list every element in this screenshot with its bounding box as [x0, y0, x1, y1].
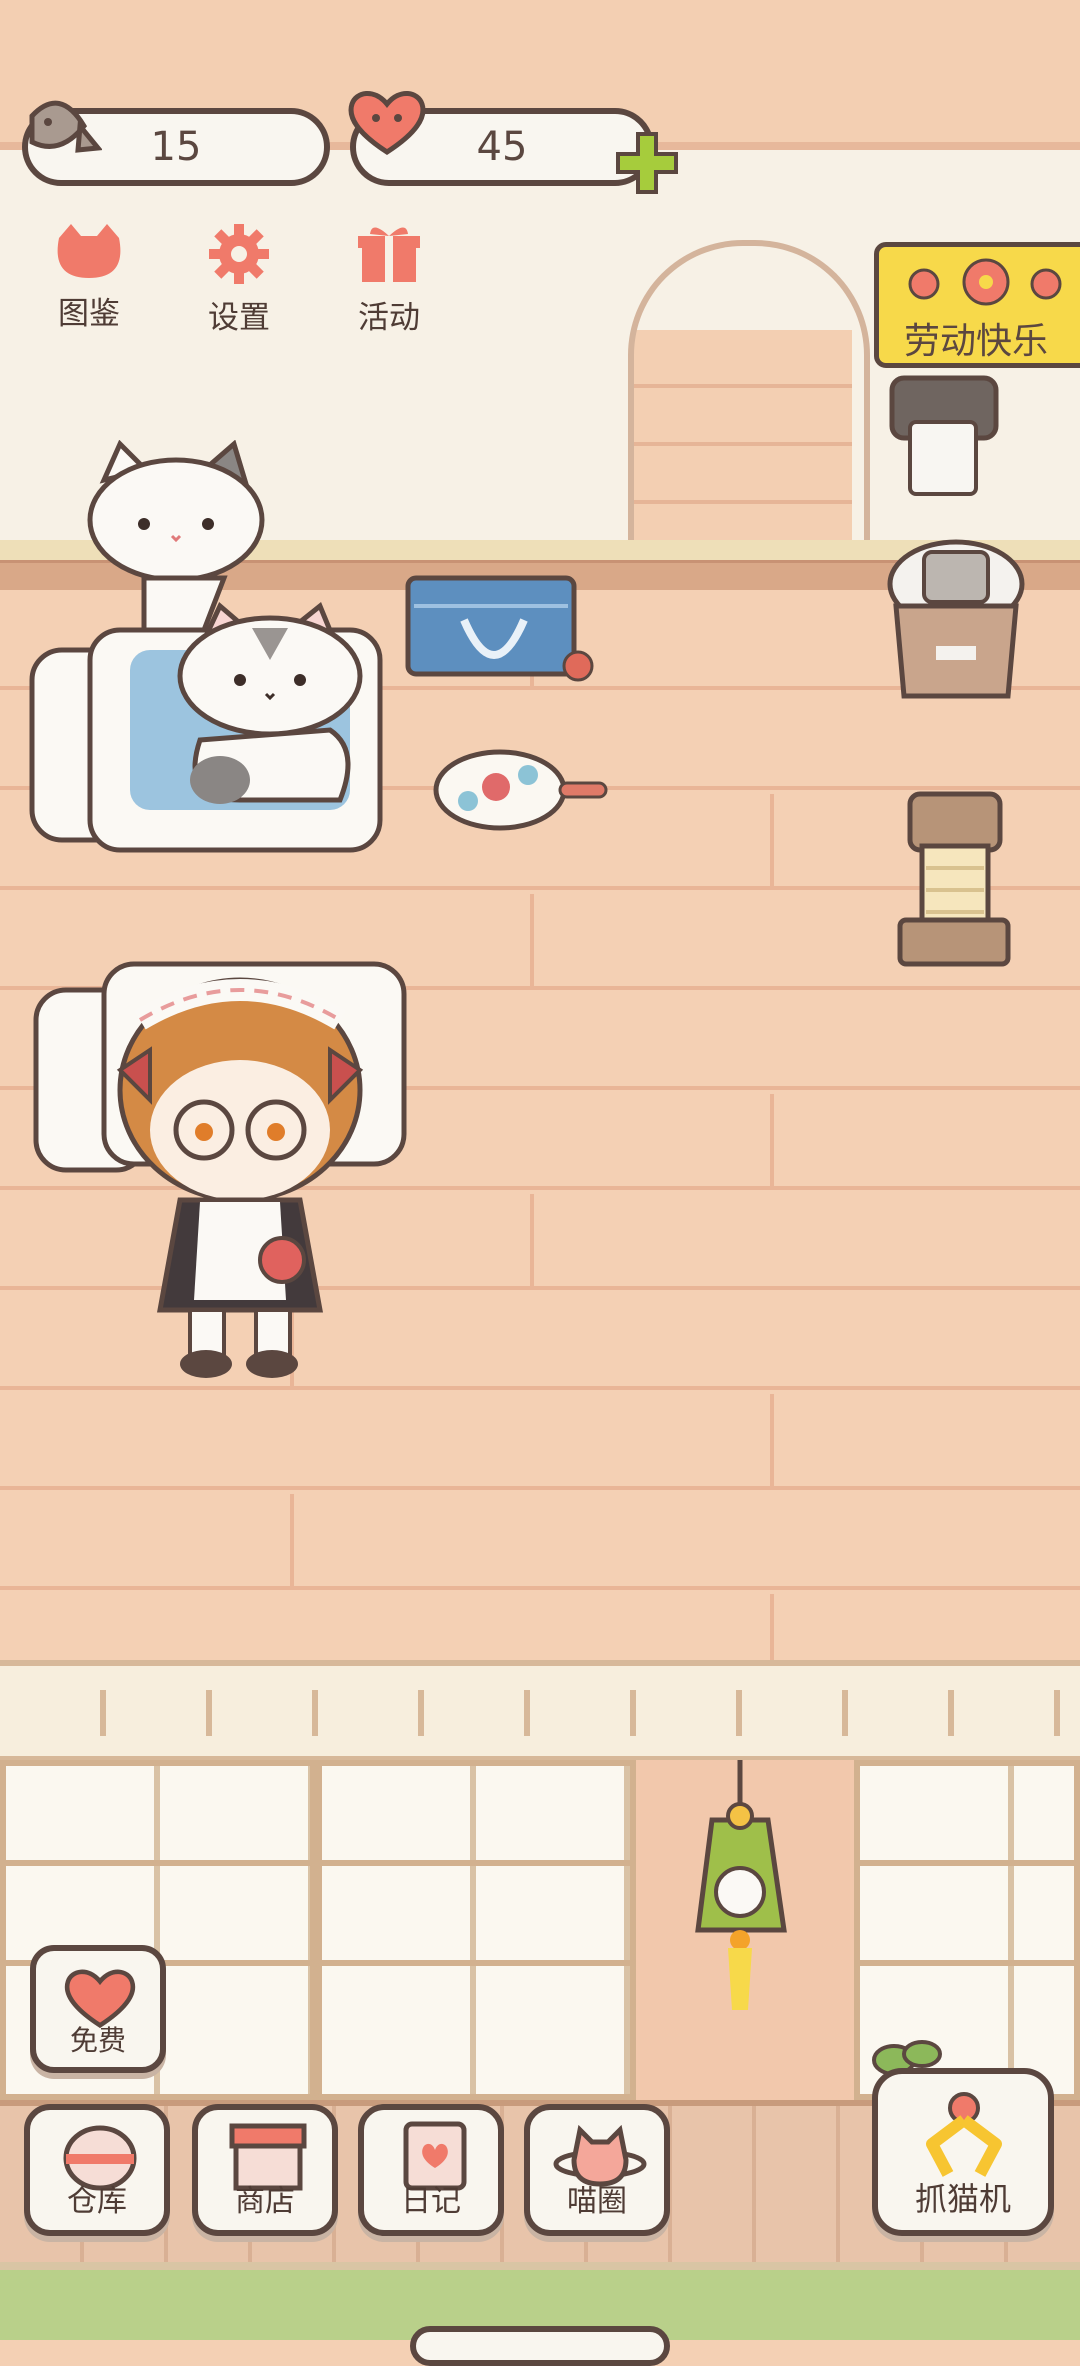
shop-label: 商店 [235, 2184, 295, 2219]
fish-icon [29, 100, 102, 153]
plank-seam [290, 1494, 294, 1590]
plus-icon[interactable] [614, 130, 680, 196]
shop-button[interactable]: 商店 [192, 2104, 338, 2236]
settings-label: 设置 [208, 300, 270, 336]
shoji-panel [316, 1760, 636, 2100]
catalog-label: 图鉴 [58, 296, 120, 332]
gift-icon [358, 227, 420, 282]
free-label: 免费 [69, 2024, 126, 2057]
blue-bag[interactable] [404, 570, 604, 700]
fish-count: 15 [150, 124, 202, 170]
maid-girl-character[interactable] [110, 940, 370, 1390]
transom-grid [0, 1690, 1080, 1736]
free-reward-button[interactable]: 免费 [30, 1945, 166, 2073]
meow-circle-button[interactable]: 喵圈 [524, 2104, 670, 2236]
meow-circle-label: 喵圈 [567, 2184, 627, 2219]
scratching-post[interactable] [896, 790, 1016, 970]
shoji-crossbar [0, 1860, 636, 1866]
gear-icon [209, 224, 269, 284]
claw-machine-button[interactable]: 抓猫机 [872, 2068, 1054, 2236]
settings-button[interactable]: 设置 [184, 222, 294, 337]
diary-button[interactable]: 日记 [358, 2104, 504, 2236]
flower-icon [908, 258, 1062, 306]
trash-can[interactable] [884, 536, 1028, 706]
shoji-crossbar [854, 1860, 1080, 1866]
cat-face-icon [57, 224, 121, 278]
plank-seam [770, 794, 774, 890]
hand-fan[interactable] [430, 745, 610, 835]
claw-icon [926, 2092, 1002, 2177]
events-button[interactable]: 活动 [334, 222, 444, 337]
gray-white-cat[interactable] [140, 600, 380, 810]
event-banner-label: 劳动快乐 [904, 321, 1049, 362]
shoji-crossbar [854, 1960, 1080, 1966]
wind-chime[interactable] [688, 1760, 798, 2020]
plank-seam [770, 1094, 774, 1190]
bottom-drawer-handle[interactable] [410, 2326, 670, 2366]
events-label: 活动 [358, 300, 420, 336]
diary-label: 日记 [401, 2184, 461, 2219]
paper-towel-holder[interactable] [888, 374, 1000, 504]
claw-machine-label: 抓猫机 [914, 2180, 1011, 2218]
storage-button[interactable]: 仓库 [24, 2104, 170, 2236]
plank-seam [770, 1394, 774, 1490]
heart-count: 45 [476, 124, 528, 170]
plank-seam [530, 894, 534, 990]
plank-seam [530, 1194, 534, 1290]
catalog-button[interactable]: 图鉴 [34, 222, 144, 333]
storage-label: 仓库 [67, 2184, 127, 2219]
heart-icon [348, 91, 426, 155]
